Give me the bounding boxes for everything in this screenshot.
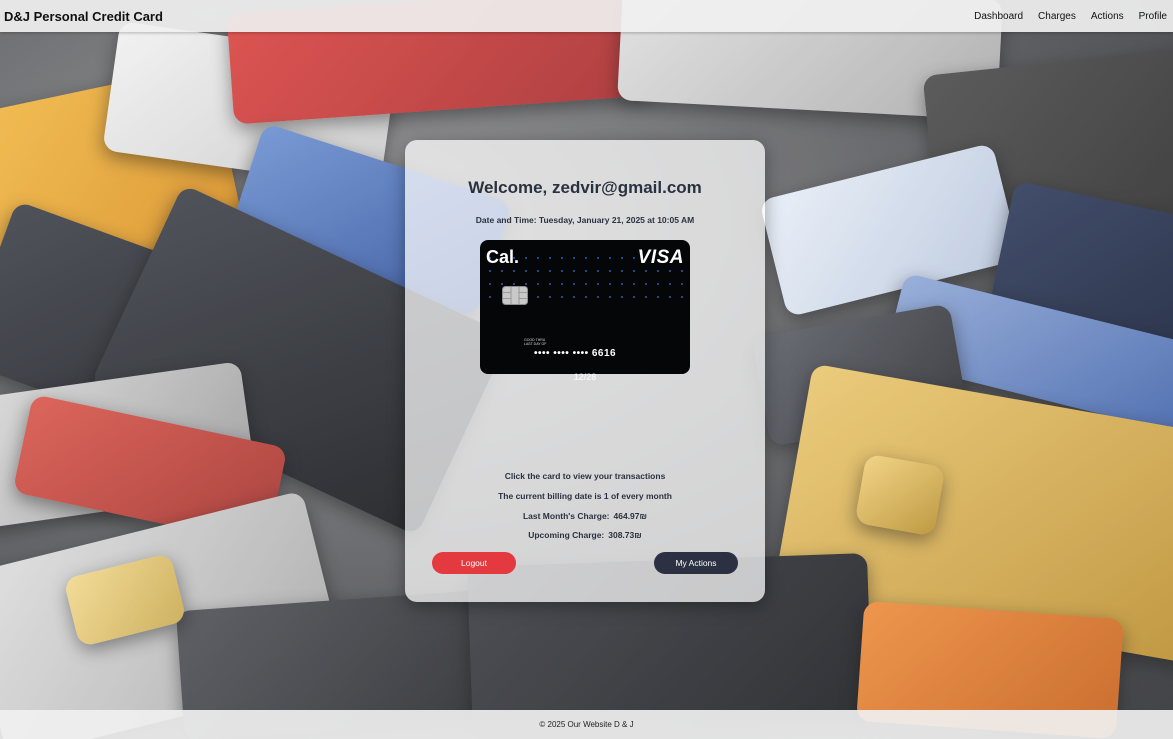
navbar: D&J Personal Credit Card Dashboard Charg… [0, 0, 1173, 32]
last-month-charge-label: Last Month's Charge: [522, 511, 610, 521]
upcoming-charge: Upcoming Charge: 308.73₪ [405, 530, 765, 540]
card-expiry: 12/28 [573, 372, 597, 382]
last-month-charge-value: 464.97₪ [613, 511, 648, 521]
date-time-text: Date and Time: Tuesday, January 21, 2025… [475, 215, 695, 225]
welcome-heading: Welcome, zedvir@gmail.com [468, 178, 702, 197]
account-panel: Welcome, zedvir@gmail.com Date and Time:… [405, 140, 765, 602]
nav-links: Dashboard Charges Actions Profile [974, 11, 1167, 22]
click-card-hint: Click the card to view your transactions [504, 471, 666, 481]
my-actions-button[interactable]: My Actions [654, 552, 738, 574]
card-number: •••• •••• •••• 6616 [534, 348, 617, 359]
last-month-charge: Last Month's Charge: 464.97₪ [405, 511, 765, 521]
visa-logo: VISA [637, 247, 684, 268]
nav-profile[interactable]: Profile [1139, 11, 1167, 22]
upcoming-charge-label: Upcoming Charge: [528, 530, 605, 540]
nav-dashboard[interactable]: Dashboard [974, 11, 1023, 22]
nav-actions[interactable]: Actions [1091, 11, 1124, 22]
nav-charges[interactable]: Charges [1038, 11, 1076, 22]
billing-date-text: The current billing date is 1 of every m… [498, 491, 672, 501]
card-small-text: GOOD THRU LAST DAY OF [524, 338, 547, 346]
logout-button[interactable]: Logout [432, 552, 516, 574]
chip-icon [502, 286, 528, 305]
card-issuer-logo: Cal. [486, 247, 520, 267]
brand-title[interactable]: D&J Personal Credit Card [4, 9, 163, 24]
footer-copyright: © 2025 Our Website D & J [539, 720, 634, 729]
upcoming-charge-value: 308.73₪ [608, 530, 642, 540]
credit-card[interactable]: Cal. VISA GOOD THRU LAST DAY OF •••• •••… [480, 240, 690, 374]
footer: © 2025 Our Website D & J [0, 710, 1173, 739]
